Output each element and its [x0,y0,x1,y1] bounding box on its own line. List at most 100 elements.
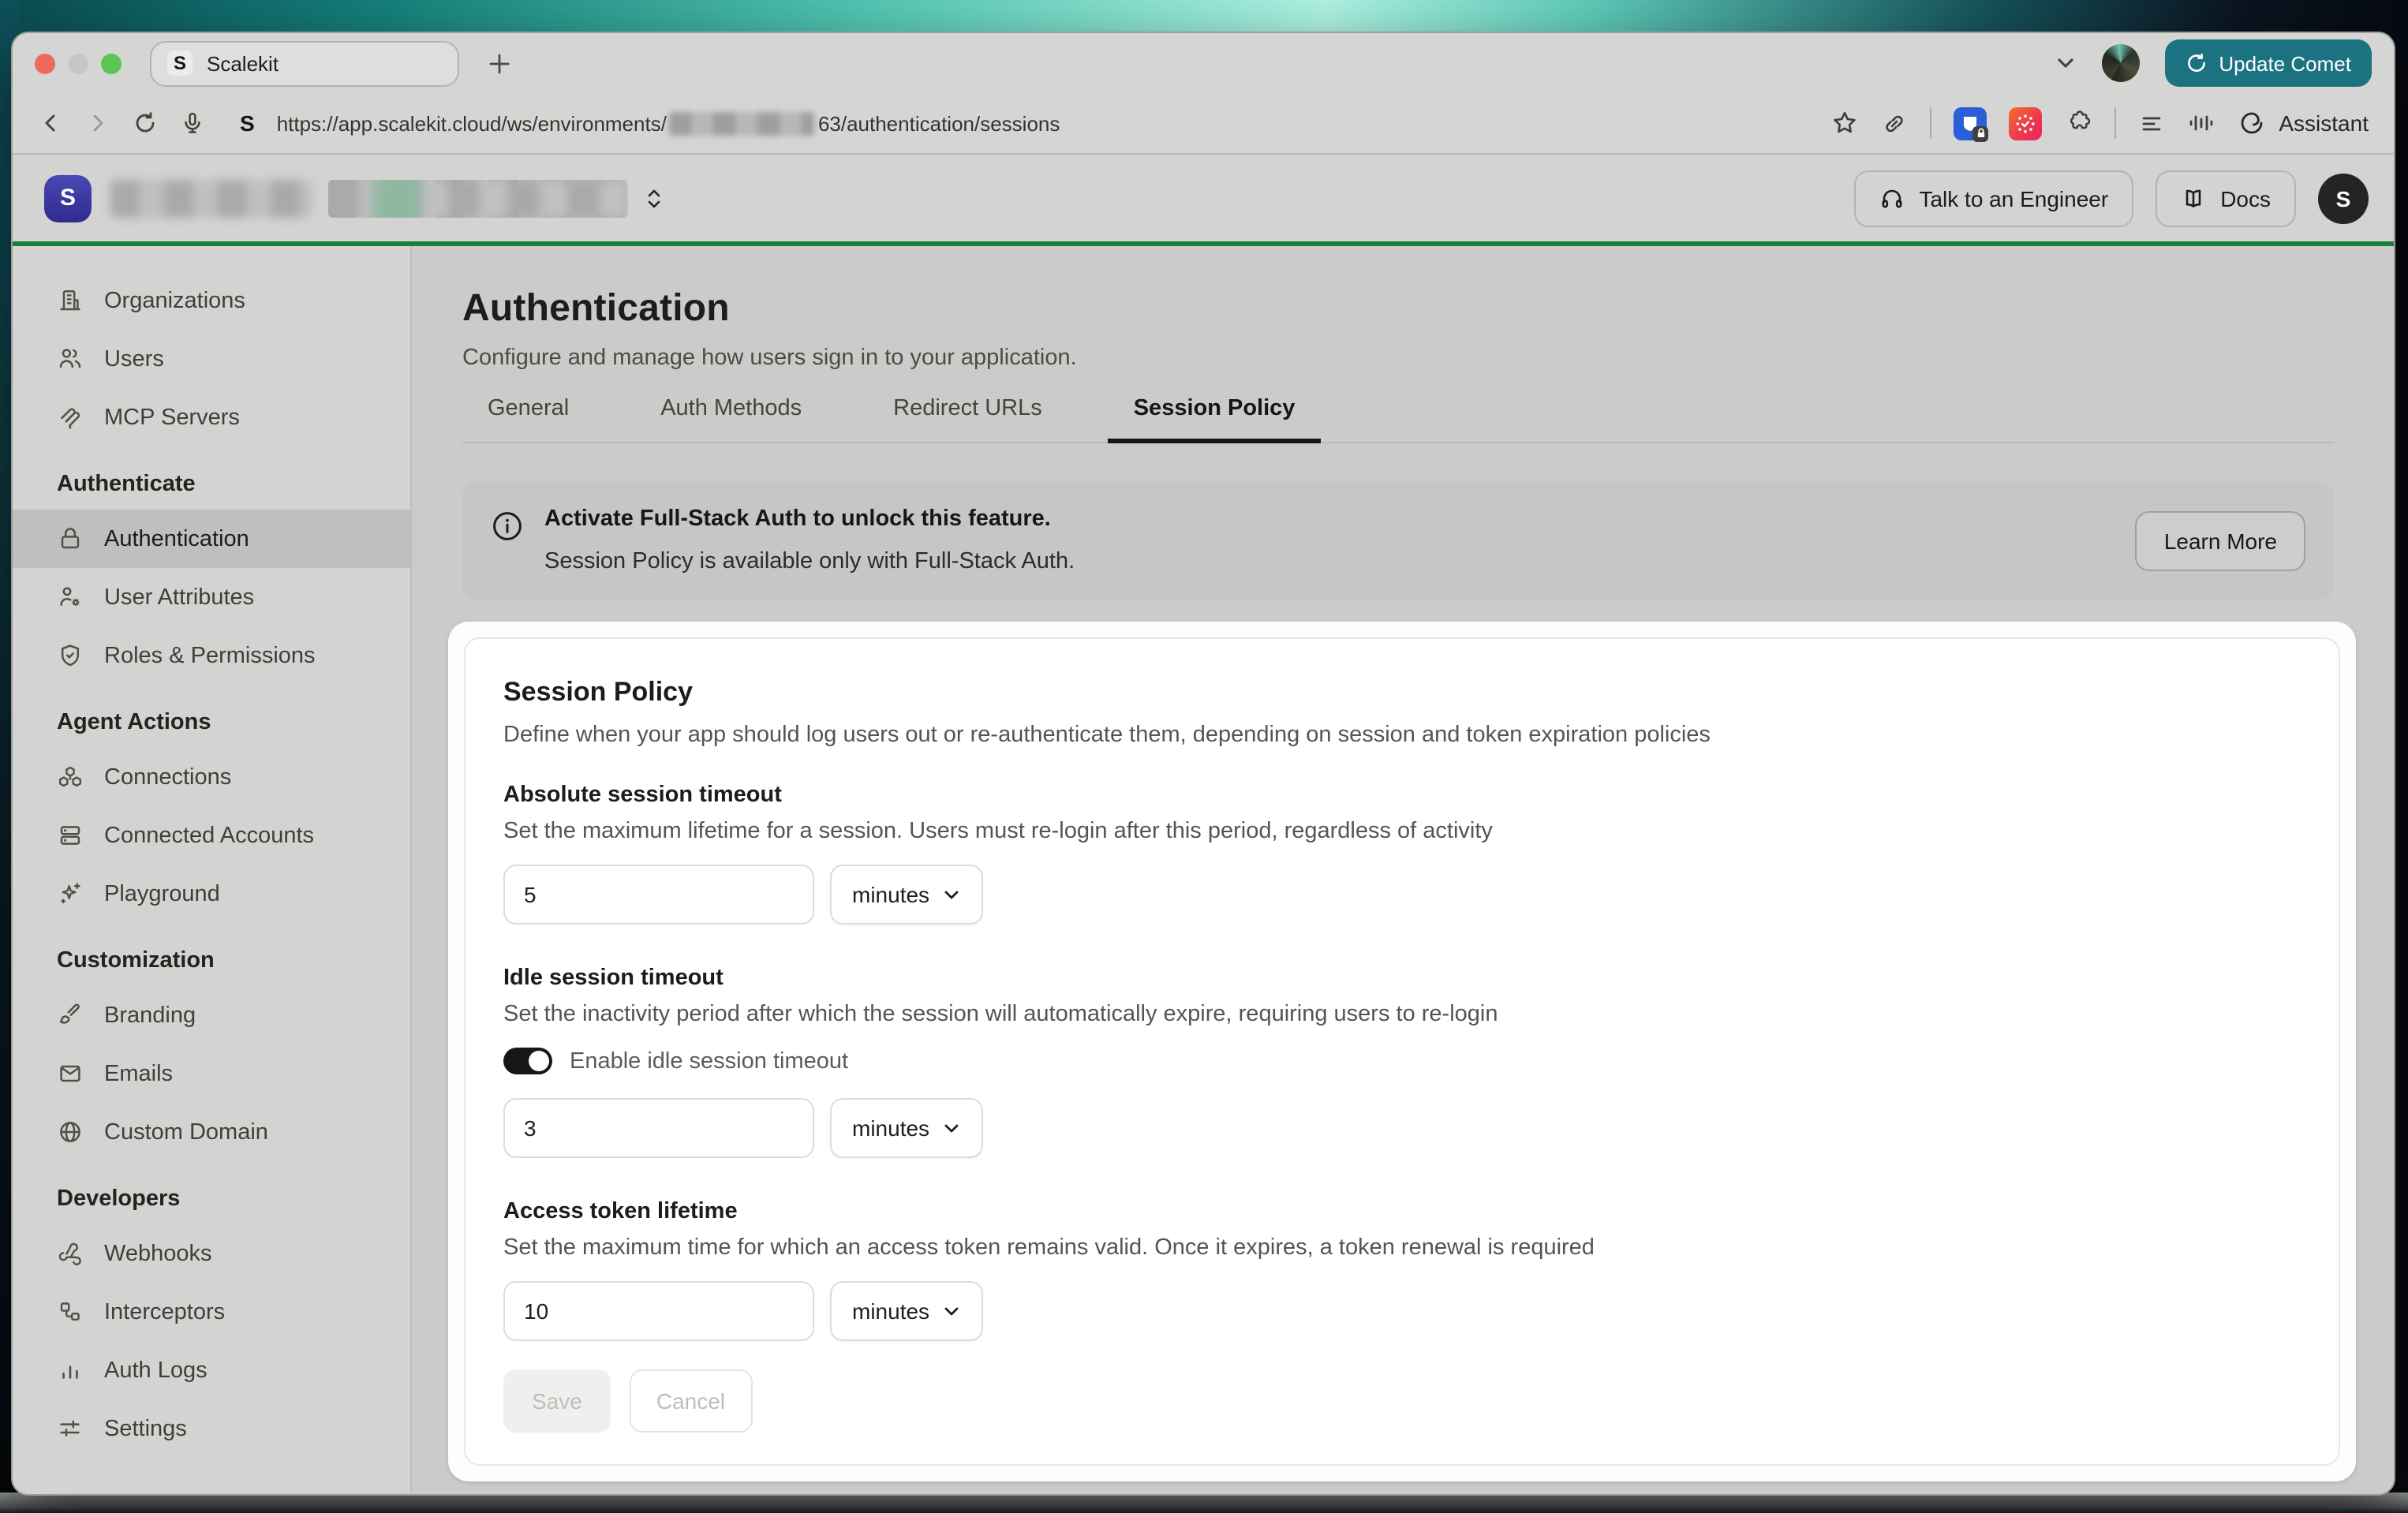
browser-tab-bar: S Scalekit Update Comet [13,33,2394,93]
mcp-servers-icon [57,404,84,431]
assistant-spiral-icon [2238,109,2266,137]
close-window-button[interactable] [35,53,55,73]
url-blurred-segment [670,111,815,135]
card-title: Session Policy [503,677,2301,708]
lock-badge-icon [1972,125,1988,141]
interceptors-icon [57,1298,84,1325]
sidebar-item-interceptors[interactable]: Interceptors [13,1283,410,1341]
sidebar-item-custom-domain[interactable]: Custom Domain [13,1103,410,1161]
back-button[interactable] [38,110,63,136]
sidebar-item-connections[interactable]: Connections [13,748,410,806]
idle-timeout-toggle[interactable] [503,1048,552,1074]
divider [1930,107,1931,139]
reader-list-icon[interactable] [2138,110,2165,136]
page-title: Authentication [462,287,2334,331]
assistant-button[interactable]: Assistant [2238,109,2369,137]
sidebar-section-agent-actions: Agent Actions [13,685,410,748]
absolute-timeout-unit-select[interactable]: minutes [830,865,983,925]
minimize-window-button[interactable] [68,53,88,73]
sparkle-icon [57,880,84,907]
auth-tabs: General Auth Methods Redirect URLs Sessi… [462,396,2334,443]
docs-button[interactable]: Docs [2156,170,2296,226]
sidebar-section-developers: Developers [13,1161,410,1224]
update-comet-label: Update Comet [2219,51,2351,75]
sidebar-item-roles-permissions[interactable]: Roles & Permissions [13,626,410,685]
tab-redirect-urls[interactable]: Redirect URLs [868,396,1068,442]
learn-more-button[interactable]: Learn More [2136,510,2305,570]
desktop: S Scalekit Update Comet [0,0,2408,1513]
sidebar-item-settings[interactable]: Settings [13,1399,410,1458]
url-text[interactable]: https://app.scalekit.cloud/ws/environmen… [277,111,1060,135]
sliders-icon [57,1415,84,1442]
browser-tab-scalekit[interactable]: S Scalekit [150,40,459,86]
talk-to-engineer-label: Talk to an Engineer [1919,185,2108,211]
new-tab-button[interactable] [488,51,511,75]
bookmark-star-icon[interactable] [1830,109,1859,137]
zoom-window-button[interactable] [101,53,122,73]
tab-general[interactable]: General [462,396,594,442]
shield-check-icon [57,642,84,669]
idle-timeout-unit-select[interactable]: minutes [830,1098,983,1158]
reload-button[interactable] [133,110,158,136]
access-token-description: Set the maximum time for which an access… [503,1235,2301,1261]
access-token-input[interactable] [503,1281,814,1341]
access-token-label: Access token lifetime [503,1199,2301,1224]
tab-title: Scalekit [207,51,279,75]
unit-value: minutes [852,1298,929,1324]
tab-list-chevron-icon[interactable] [2055,52,2077,74]
environment-name-redacted[interactable] [328,179,628,217]
info-icon [491,510,524,543]
idle-timeout-toggle-label: Enable idle session timeout [570,1048,848,1074]
browser-url-bar: S https://app.scalekit.cloud/ws/environm… [13,93,2394,155]
talk-to-engineer-button[interactable]: Talk to an Engineer [1854,170,2133,226]
microphone-icon[interactable] [180,110,205,136]
voice-waveform-icon[interactable] [2187,109,2215,137]
unit-value: minutes [852,882,929,907]
headphones-icon [1879,185,1905,211]
paintbrush-icon [57,1002,84,1029]
assistant-label: Assistant [2279,110,2369,136]
sidebar-item-mcp-servers[interactable]: MCP Servers [13,388,410,446]
book-icon [2181,185,2206,211]
window-controls [35,53,122,73]
unit-value: minutes [852,1115,929,1141]
save-button[interactable]: Save [503,1369,611,1433]
time-tracker-extension-icon[interactable] [2009,106,2042,140]
access-token-unit-select[interactable]: minutes [830,1281,983,1341]
sidebar-item-authentication[interactable]: Authentication [13,510,410,568]
absolute-timeout-label: Absolute session timeout [503,783,2301,808]
card-description: Define when your app should log users ou… [503,723,2301,748]
sidebar-item-user-attributes[interactable]: User Attributes [13,568,410,626]
update-comet-button[interactable]: Update Comet [2165,39,2372,87]
workspace-switcher-chevrons-icon[interactable] [644,185,664,211]
webhook-icon [57,1240,84,1267]
sidebar-item-emails[interactable]: Emails [13,1044,410,1103]
absolute-timeout-input[interactable] [503,865,814,925]
organizations-icon [57,287,84,314]
browser-window: S Scalekit Update Comet [11,32,2395,1496]
sidebar-item-auth-logs[interactable]: Auth Logs [13,1341,410,1399]
app-header: S Talk to an Engineer D [13,155,2394,241]
sidebar-item-users[interactable]: Users [13,330,410,388]
chevron-down-icon [942,1302,961,1321]
sidebar-item-branding[interactable]: Branding [13,986,410,1044]
fullstack-auth-banner: Activate Full-Stack Auth to unlock this … [462,481,2334,600]
user-avatar[interactable]: S [2318,173,2369,223]
tab-auth-methods[interactable]: Auth Methods [635,396,827,442]
browser-profile-avatar[interactable] [2102,44,2140,82]
refresh-icon [2186,52,2208,74]
mail-icon [57,1060,84,1087]
password-manager-extension-icon[interactable] [1954,106,1987,140]
sidebar-item-playground[interactable]: Playground [13,865,410,923]
sidebar-item-organizations[interactable]: Organizations [13,271,410,330]
tab-session-policy[interactable]: Session Policy [1109,396,1321,442]
sidebar-item-connected-accounts[interactable]: Connected Accounts [13,806,410,865]
users-icon [57,346,84,372]
extensions-puzzle-icon[interactable] [2064,109,2092,137]
forward-button[interactable] [85,110,110,136]
copy-link-icon[interactable] [1881,110,1908,136]
idle-timeout-description: Set the inactivity period after which th… [503,1002,2301,1027]
sidebar-item-webhooks[interactable]: Webhooks [13,1224,410,1283]
cancel-button[interactable]: Cancel [630,1369,752,1433]
idle-timeout-input[interactable] [503,1098,814,1158]
